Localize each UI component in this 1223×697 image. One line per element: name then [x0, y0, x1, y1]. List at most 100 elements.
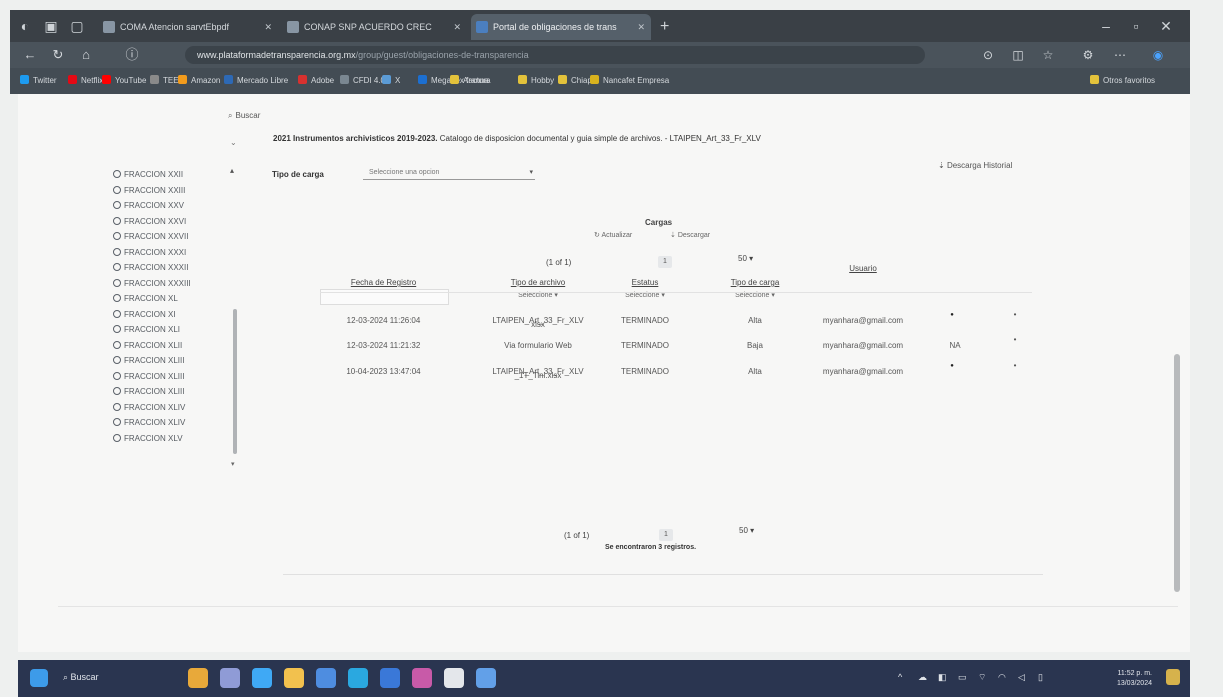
- file-explorer-icon[interactable]: [284, 668, 304, 688]
- bookmark-item[interactable]: Twitter: [20, 68, 57, 94]
- browser-tab-1[interactable]: COMA Atencion sarvtEbpdf ✕: [98, 14, 278, 40]
- sidebar-item-fraccion[interactable]: FRACCION XXVII: [113, 229, 243, 245]
- home-icon[interactable]: ⌂: [76, 45, 96, 65]
- more-options-icon[interactable]: •: [1008, 335, 1022, 345]
- column-header-tipo-carga[interactable]: Tipo de carga: [715, 278, 795, 287]
- browser-tab-2[interactable]: CONAP SNP ACUERDO CREC ✕: [282, 14, 467, 40]
- maximize-icon[interactable]: ▫: [1125, 16, 1147, 36]
- column-header-estatus[interactable]: Estatus: [610, 278, 680, 287]
- volume-icon[interactable]: ◁: [1018, 672, 1025, 683]
- copilot-icon[interactable]: ◉: [1148, 45, 1168, 65]
- mail-icon[interactable]: [380, 668, 400, 688]
- sidebar-item-fraccion[interactable]: FRACCION XL: [113, 291, 243, 307]
- browser-tab-3[interactable]: Portal de obligaciones de trans ✕: [471, 14, 651, 40]
- bookmark-item[interactable]: X: [382, 68, 400, 94]
- sidebar-item-fraccion[interactable]: FRACCION XXXII: [113, 260, 243, 276]
- bookmark-item[interactable]: Nancafet Empresa: [590, 68, 669, 94]
- column-header-usuario[interactable]: Usuario: [818, 264, 908, 273]
- clock[interactable]: 11:52 p. m. 13/03/2024: [1117, 669, 1152, 689]
- sidebar-item-fraccion[interactable]: FRACCION XXII: [113, 167, 243, 183]
- site-info-icon[interactable]: ⓘ: [122, 45, 142, 65]
- actualizar-button[interactable]: ↻ Actualizar: [594, 231, 632, 239]
- display-icon[interactable]: ▭: [958, 672, 967, 683]
- sidebar-item-fraccion[interactable]: FRACCION XXV: [113, 198, 243, 214]
- browser-profile-icon[interactable]: ◐: [14, 16, 36, 36]
- divider: [58, 606, 1178, 607]
- url-input[interactable]: www.plataformadetransparencia.org.mx/gro…: [185, 46, 925, 64]
- more-options-icon[interactable]: •: [1008, 361, 1022, 371]
- window-close-icon[interactable]: ✕: [1155, 16, 1177, 36]
- app-icon[interactable]: [476, 668, 496, 688]
- footer-rows-per-page-select[interactable]: 50 ▾: [739, 526, 754, 535]
- column-header-fecha[interactable]: Fecha de Registro: [320, 278, 447, 287]
- chevron-down-icon[interactable]: ▾: [231, 460, 235, 468]
- tab-actions-icon[interactable]: ▢: [66, 16, 88, 36]
- sidebar-item-fraccion[interactable]: FRACCION XLV: [113, 431, 243, 447]
- close-icon[interactable]: ✕: [453, 14, 461, 40]
- zoom-icon[interactable]: ⊙: [978, 45, 998, 65]
- bookmark-item[interactable]: CFDI 4.0: [340, 68, 385, 94]
- collapse-icon[interactable]: ⌄: [230, 138, 237, 147]
- chrome-browser-icon[interactable]: [444, 668, 464, 688]
- sidebar-item-fraccion[interactable]: FRACCION XXVI: [113, 214, 243, 230]
- search-link[interactable]: ⌕ Buscar: [228, 111, 260, 121]
- page-button-1[interactable]: 1: [658, 256, 672, 268]
- chrome-icon[interactable]: [348, 668, 368, 688]
- table-row[interactable]: 12-03-2024 11:21:32 Via formulario Web TER…: [18, 335, 1190, 361]
- document-title-rest: Catalogo de disposicion documental y gui…: [439, 134, 761, 143]
- sidebar-item-label: FRACCION XXXII: [124, 263, 189, 272]
- reader-mode-icon[interactable]: ◫: [1008, 45, 1028, 65]
- extensions-icon[interactable]: ⚙: [1078, 45, 1098, 65]
- other-bookmarks-folder[interactable]: Otros favoritos: [1090, 68, 1155, 94]
- footer-page-button-1[interactable]: 1: [659, 529, 673, 541]
- task-view-icon[interactable]: [220, 668, 240, 688]
- back-icon[interactable]: ←: [20, 45, 40, 65]
- bookmark-item[interactable]: Amazon: [178, 68, 220, 94]
- bookmark-item[interactable]: Aranna: [450, 68, 489, 94]
- more-options-icon[interactable]: ⋯: [1110, 45, 1130, 65]
- windows-start-icon[interactable]: [30, 669, 48, 687]
- more-options-icon[interactable]: •: [1008, 310, 1022, 320]
- taskbar-search[interactable]: ⌕ Buscar: [63, 672, 99, 683]
- eye-icon[interactable]: ●: [944, 361, 960, 371]
- refresh-icon[interactable]: ↻: [48, 45, 68, 65]
- notifications-icon[interactable]: [1166, 669, 1180, 685]
- sidebar-item-fraccion[interactable]: FRACCION XXXIII: [113, 276, 243, 292]
- bookmark-item[interactable]: Hobby: [518, 68, 554, 94]
- favorite-star-icon[interactable]: ☆: [1038, 45, 1058, 65]
- minimize-icon[interactable]: –: [1095, 16, 1117, 36]
- network-icon[interactable]: ⌔: [978, 672, 986, 683]
- battery-icon[interactable]: ▯: [1038, 672, 1043, 683]
- bookmark-item[interactable]: Adobe: [298, 68, 334, 94]
- workspaces-icon[interactable]: ▣: [40, 16, 62, 36]
- search-label: Buscar: [235, 111, 261, 120]
- wifi-icon[interactable]: ◠: [998, 672, 1006, 683]
- bookmark-item[interactable]: Mercado Libre: [224, 68, 288, 94]
- table-row[interactable]: 10-04-2023 13:47:04 LTAIPEN_Art_33_Fr_XLV…: [18, 361, 1190, 387]
- descarga-historial-link[interactable]: ⇣ Descarga Historial: [938, 161, 1012, 170]
- close-icon[interactable]: ✕: [637, 14, 645, 40]
- instagram-icon[interactable]: [412, 668, 432, 688]
- close-icon[interactable]: ✕: [264, 14, 272, 40]
- tray-app-icon[interactable]: ◧: [938, 672, 947, 683]
- sidebar-item-fraccion[interactable]: FRACCION XLIV: [113, 400, 243, 416]
- sidebar-item-fraccion[interactable]: FRACCION XLIV: [113, 415, 243, 431]
- eye-icon[interactable]: ●: [944, 310, 960, 320]
- sidebar-item-fraccion[interactable]: FRACCION XXXI: [113, 245, 243, 261]
- sidebar-item-fraccion[interactable]: FRACCION XXIII: [113, 183, 243, 199]
- column-header-tipo-archivo[interactable]: Tipo de archivo: [488, 278, 588, 287]
- bookmark-item[interactable]: YouTube: [102, 68, 146, 94]
- new-tab-icon[interactable]: +: [660, 14, 669, 40]
- descargar-button[interactable]: ⇣ Descargar: [670, 231, 710, 239]
- rows-per-page-select[interactable]: 50 ▾: [738, 254, 753, 263]
- widgets-icon[interactable]: [188, 668, 208, 688]
- onedrive-icon[interactable]: ☁: [918, 672, 927, 683]
- table-row[interactable]: 12-03-2024 11:26:04 LTAIPEN_Art_33_Fr_XLV…: [18, 310, 1190, 336]
- cell-estatus: TERMINADO: [621, 367, 669, 376]
- tray-up-arrow-icon[interactable]: ^: [898, 672, 902, 682]
- bookmark-item[interactable]: Netflix: [68, 68, 103, 94]
- page-scrollbar[interactable]: [1174, 354, 1180, 592]
- edge-icon[interactable]: [252, 668, 272, 688]
- tipo-carga-select[interactable]: Seleccione una opcion ▾: [363, 166, 535, 180]
- store-icon[interactable]: [316, 668, 336, 688]
